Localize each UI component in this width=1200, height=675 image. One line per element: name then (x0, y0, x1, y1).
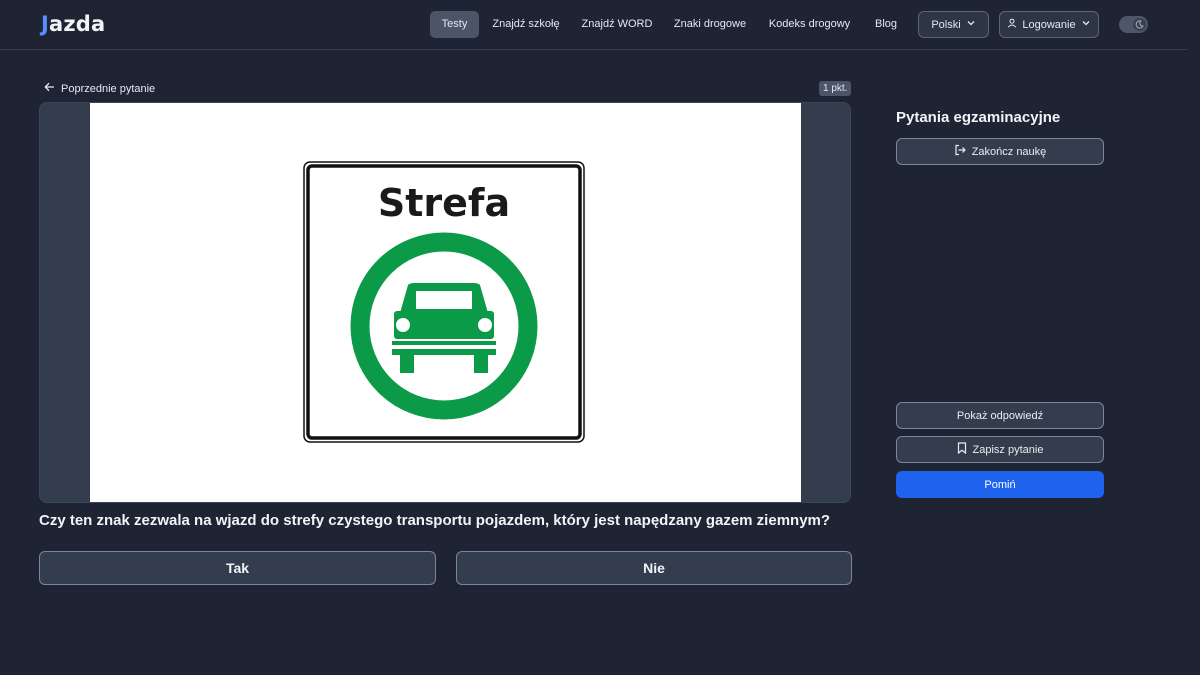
nav-road-signs[interactable]: Znaki drogowe (670, 11, 750, 38)
moon-icon (1133, 18, 1146, 31)
chevron-down-icon (966, 18, 976, 31)
skip-button[interactable]: Pomiń (896, 471, 1104, 498)
nav-highway-code[interactable]: Kodeks drogowy (765, 11, 854, 38)
question-text: Czy ten znak zezwala na wjazd do strefy … (39, 512, 831, 529)
language-dropdown[interactable]: Polski (918, 11, 989, 38)
road-sign-clean-transport-zone: Strefa (303, 161, 585, 443)
save-question-button[interactable]: Zapisz pytanie (896, 436, 1104, 463)
logo-text: azda (49, 12, 106, 36)
user-icon (1007, 18, 1017, 31)
previous-question-label: Poprzednie pytanie (61, 82, 156, 95)
end-learning-label: Zakończ naukę (971, 145, 1047, 158)
language-label: Polski (931, 18, 961, 31)
theme-toggle[interactable] (1119, 16, 1148, 33)
show-answer-label: Pokaż odpowiedź (956, 409, 1044, 422)
save-question-label: Zapisz pytanie (972, 443, 1044, 456)
points-badge: 1 pkt. (819, 81, 852, 96)
top-navbar: Jazda Testy Znajdź szkołę Znajdź WORD Zn… (0, 0, 1200, 50)
nav-find-word[interactable]: Znajdź WORD (578, 11, 656, 38)
nav-find-school[interactable]: Znajdź szkołę (489, 11, 563, 38)
answer-yes-button[interactable]: Tak (39, 551, 436, 585)
exit-icon (954, 144, 966, 159)
previous-question-link[interactable]: Poprzednie pytanie (44, 81, 155, 96)
login-dropdown[interactable]: Logowanie (999, 11, 1099, 38)
nav-tests[interactable]: Testy (430, 11, 479, 38)
show-answer-button[interactable]: Pokaż odpowiedź (896, 402, 1104, 429)
sign-text: Strefa (378, 181, 510, 225)
answer-no-button[interactable]: Nie (456, 551, 852, 585)
nav-blog[interactable]: Blog (869, 11, 903, 38)
sidebar-title: Pytania egzaminacyjne (896, 109, 1061, 126)
end-learning-button[interactable]: Zakończ naukę (896, 138, 1104, 165)
chevron-down-icon (1081, 18, 1091, 31)
arrow-left-icon (44, 82, 55, 95)
right-edge (1188, 0, 1200, 675)
bookmark-icon (957, 442, 967, 457)
login-label: Logowanie (1022, 18, 1076, 31)
question-media: Strefa (39, 102, 851, 503)
logo-mark: J (41, 12, 50, 36)
logo[interactable]: Jazda (41, 12, 105, 36)
sign-image-area: Strefa (90, 103, 801, 502)
skip-label: Pomiń (984, 478, 1016, 491)
